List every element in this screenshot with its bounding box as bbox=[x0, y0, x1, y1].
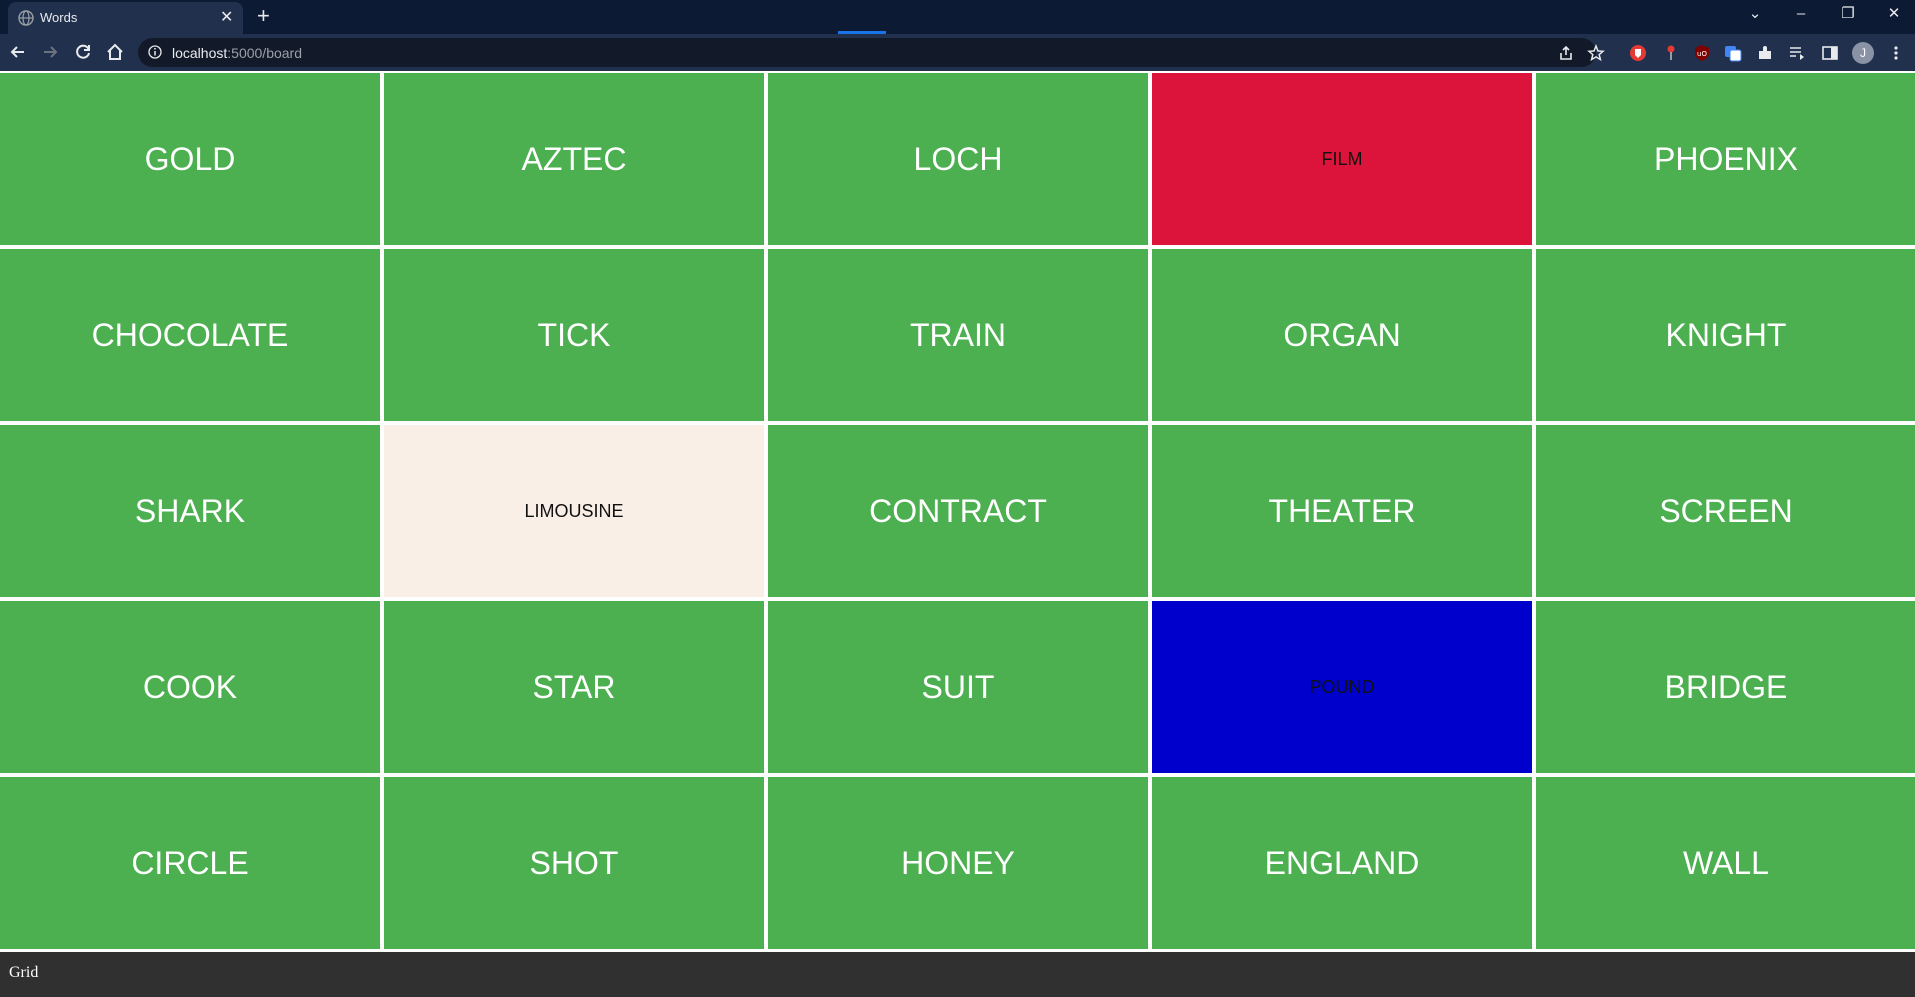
word-card-screen[interactable]: SCREEN bbox=[1536, 425, 1915, 597]
word-card-train[interactable]: TRAIN bbox=[768, 249, 1148, 421]
word-card-england[interactable]: ENGLAND bbox=[1152, 777, 1532, 949]
tab-close-icon[interactable]: ✕ bbox=[220, 8, 233, 28]
minimize-button[interactable]: – bbox=[1786, 3, 1816, 25]
share-icon[interactable] bbox=[1557, 44, 1575, 62]
restore-button[interactable]: ❐ bbox=[1833, 3, 1863, 25]
word-card-limousine[interactable]: LIMOUSINE bbox=[384, 425, 764, 597]
extension-ublock-icon[interactable]: uO bbox=[1692, 43, 1712, 63]
word-card-shot[interactable]: SHOT bbox=[384, 777, 764, 949]
word-card-gold[interactable]: GOLD bbox=[0, 73, 380, 245]
home-icon[interactable] bbox=[104, 41, 126, 63]
word-card-aztec[interactable]: AZTEC bbox=[384, 73, 764, 245]
extension-red-shield-icon[interactable] bbox=[1628, 43, 1648, 63]
globe-icon bbox=[18, 10, 34, 26]
svg-text:uO: uO bbox=[1697, 50, 1707, 58]
word-card-pound[interactable]: POUND bbox=[1152, 601, 1532, 773]
footer-bar: Grid bbox=[0, 952, 1915, 997]
browser-tabstrip: Words ✕ + ⌄ – ❐ ✕ bbox=[0, 0, 1915, 34]
extension-translate-icon[interactable] bbox=[1723, 43, 1743, 63]
extension-pin-icon[interactable] bbox=[1661, 43, 1681, 63]
side-panel-icon[interactable] bbox=[1820, 43, 1840, 63]
word-card-cook[interactable]: COOK bbox=[0, 601, 380, 773]
word-card-chocolate[interactable]: CHOCOLATE bbox=[0, 249, 380, 421]
address-bar[interactable]: localhost:5000/board bbox=[138, 38, 1605, 67]
word-card-knight[interactable]: KNIGHT bbox=[1536, 249, 1915, 421]
forward-arrow-icon[interactable] bbox=[39, 41, 61, 63]
word-card-contract[interactable]: CONTRACT bbox=[768, 425, 1148, 597]
word-card-tick[interactable]: TICK bbox=[384, 249, 764, 421]
word-card-film[interactable]: FILM bbox=[1152, 73, 1532, 245]
profile-avatar[interactable]: J bbox=[1852, 42, 1874, 64]
browser-toolbar: localhost:5000/board uO J bbox=[0, 34, 1915, 71]
word-card-organ[interactable]: ORGAN bbox=[1152, 249, 1532, 421]
info-icon[interactable] bbox=[148, 45, 162, 59]
word-board: GOLD AZTEC LOCH FILM PHOENIX CHOCOLATE TICK TRA… bbox=[0, 71, 1915, 954]
word-card-honey[interactable]: HONEY bbox=[768, 777, 1148, 949]
word-card-phoenix[interactable]: PHOENIX bbox=[1536, 73, 1915, 245]
reload-icon[interactable] bbox=[72, 41, 94, 63]
word-card-star[interactable]: STAR bbox=[384, 601, 764, 773]
media-control-icon[interactable] bbox=[1787, 43, 1807, 63]
word-card-wall[interactable]: WALL bbox=[1536, 777, 1915, 949]
new-tab-button[interactable]: + bbox=[257, 4, 270, 28]
word-card-loch[interactable]: LOCH bbox=[768, 73, 1148, 245]
url-text: localhost:5000/board bbox=[172, 45, 302, 61]
bookmark-star-icon[interactable] bbox=[1587, 44, 1605, 62]
url-path: :5000/board bbox=[227, 45, 302, 61]
word-card-bridge[interactable]: BRIDGE bbox=[1536, 601, 1915, 773]
word-card-circle[interactable]: CIRCLE bbox=[0, 777, 380, 949]
close-window-button[interactable]: ✕ bbox=[1879, 3, 1909, 25]
tab-search-icon[interactable]: ⌄ bbox=[1740, 3, 1770, 25]
browser-tab-words[interactable]: Words ✕ bbox=[8, 2, 243, 34]
back-arrow-icon[interactable] bbox=[7, 41, 29, 63]
url-host: localhost bbox=[172, 45, 228, 61]
extensions-puzzle-icon[interactable] bbox=[1755, 43, 1775, 63]
word-card-shark[interactable]: SHARK bbox=[0, 425, 380, 597]
word-card-suit[interactable]: SUIT bbox=[768, 601, 1148, 773]
word-card-theater[interactable]: THEATER bbox=[1152, 425, 1532, 597]
footer-label: Grid bbox=[9, 964, 39, 981]
tab-title: Words bbox=[40, 10, 78, 25]
more-options-icon[interactable] bbox=[1886, 43, 1906, 63]
